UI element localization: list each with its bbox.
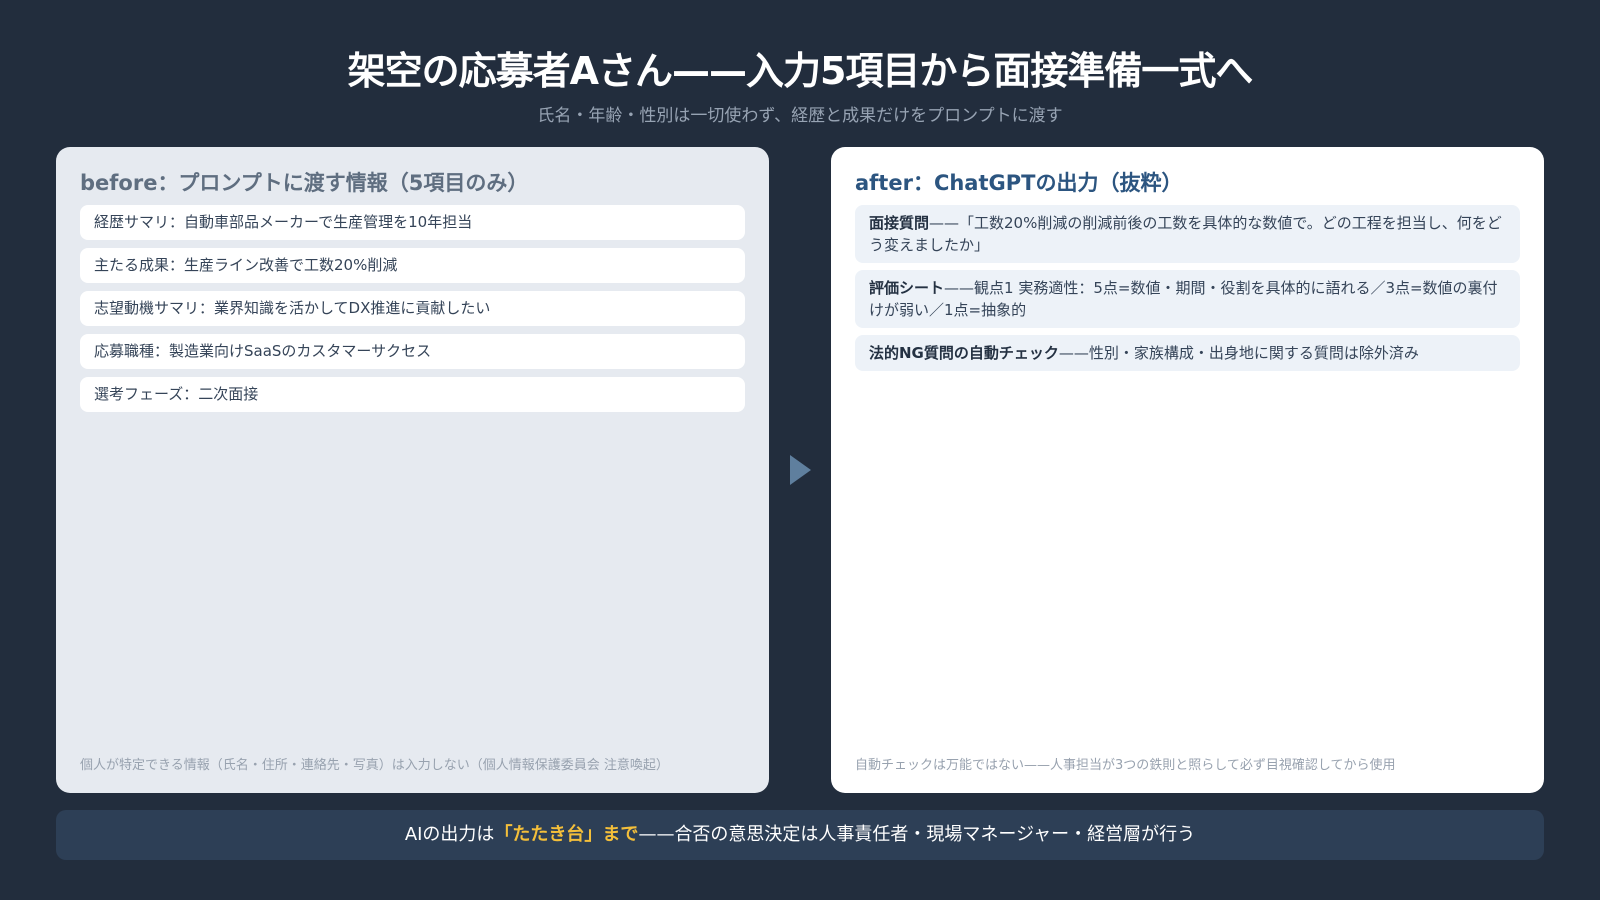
page-subtitle: 氏名・年齢・性別は一切使わず、経歴と成果だけをプロンプトに渡す — [537, 106, 1063, 126]
before-panel: before：プロンプトに渡す情報（5項目のみ） 経歴サマリ：自動車部品メーカー… — [56, 147, 769, 793]
output-item-label: 評価シート — [869, 279, 945, 297]
before-panel-note: 個人が特定できる情報（氏名・住所・連絡先・写真）は入力しない（個人情報保護委員会… — [80, 758, 669, 773]
input-item-motivation: 志望動機サマリ：業界知識を活かしてDX推進に貢献したい — [80, 291, 745, 326]
after-panel-title: after：ChatGPTの出力（抜粋） — [855, 171, 1183, 195]
output-item-text: ——「工数20%削減の削減前後の工数を具体的な数値で。どの工程を担当し、何をどう… — [869, 214, 1502, 254]
input-item-position: 応募職種：製造業向けSaaSのカスタマーサクセス — [80, 334, 745, 369]
output-item-interview-question: 面接質問——「工数20%削減の削減前後の工数を具体的な数値で。どの工程を担当し、… — [855, 205, 1520, 263]
after-panel: after：ChatGPTの出力（抜粋） 面接質問——「工数20%削減の削減前後… — [831, 147, 1544, 793]
output-item-evaluation-sheet: 評価シート——観点1 実務適性：5点=数値・期間・役割を具体的に語れる／3点=数… — [855, 270, 1520, 328]
before-panel-title: before：プロンプトに渡す情報（5項目のみ） — [80, 171, 529, 195]
output-item-label: 法的NG質問の自動チェック — [869, 344, 1059, 362]
triangle-right-icon — [790, 455, 811, 485]
banner-suffix: ——合否の意思決定は人事責任者・現場マネージャー・経営層が行う — [638, 824, 1196, 845]
banner-prefix: AIの出力は — [404, 824, 495, 845]
output-item-legal-check: 法的NG質問の自動チェック——性別・家族構成・出身地に関する質問は除外済み — [855, 335, 1520, 371]
after-panel-note: 自動チェックは万能ではない——人事担当が3つの鉄則と照らして必ず目視確認してから… — [855, 758, 1396, 773]
before-input-list: 経歴サマリ：自動車部品メーカーで生産管理を10年担当 主たる成果：生産ライン改善… — [80, 205, 745, 420]
output-item-text: ——性別・家族構成・出身地に関する質問は除外済み — [1058, 344, 1419, 362]
input-item-career: 経歴サマリ：自動車部品メーカーで生産管理を10年担当 — [80, 205, 745, 240]
output-item-text: ——観点1 実務適性：5点=数値・期間・役割を具体的に語れる／3点=数値の裏付け… — [869, 279, 1498, 319]
bottom-banner: AIの出力は「たたき台」まで——合否の意思決定は人事責任者・現場マネージャー・経… — [56, 810, 1544, 860]
banner-highlight: 「たたき台」まで — [494, 824, 639, 845]
input-item-phase: 選考フェーズ：二次面接 — [80, 377, 745, 412]
output-item-label: 面接質問 — [869, 214, 930, 232]
page-title: 架空の応募者Aさん——入力5項目から面接準備一式へ — [347, 49, 1254, 93]
after-output-list: 面接質問——「工数20%削減の削減前後の工数を具体的な数値で。どの工程を担当し、… — [855, 205, 1520, 378]
input-item-achievement: 主たる成果：生産ライン改善で工数20%削減 — [80, 248, 745, 283]
